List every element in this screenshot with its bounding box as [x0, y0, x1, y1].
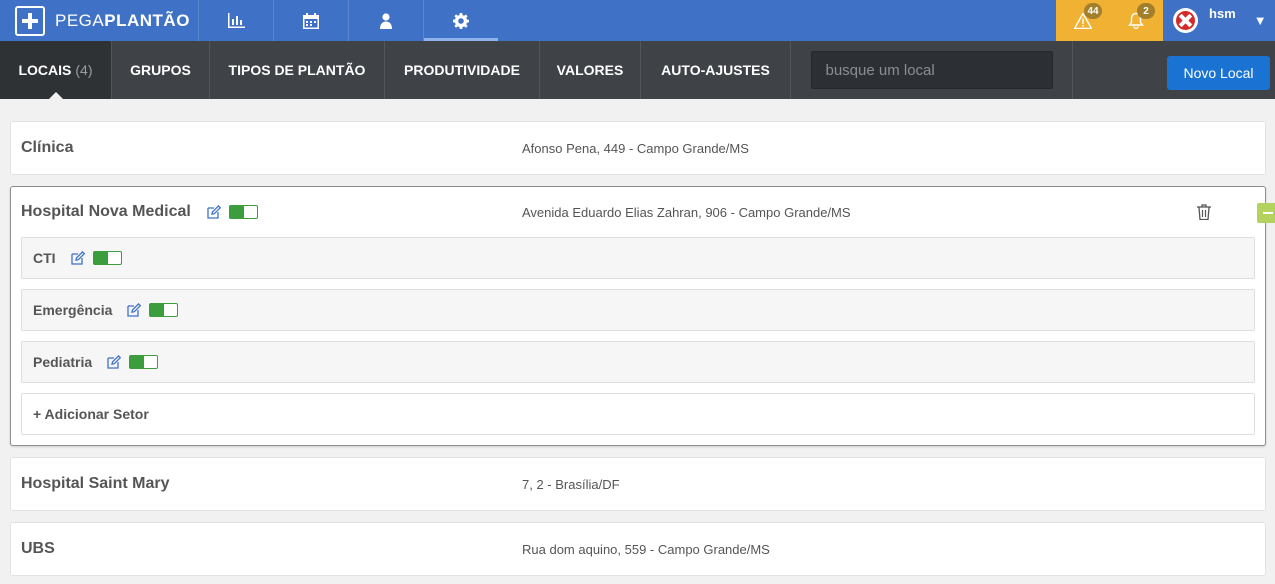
- active-toggle[interactable]: [229, 204, 259, 219]
- bell-count-badge: 2: [1137, 3, 1155, 19]
- tab-grupos[interactable]: GRUPOS: [112, 41, 210, 99]
- location-address: Rua dom aquino, 559 - Campo Grande/MS: [522, 541, 770, 557]
- location-address: Avenida Eduardo Elias Zahran, 906 - Camp…: [522, 204, 851, 220]
- nav-calendar[interactable]: [273, 0, 348, 41]
- notifications-area: 44 2: [1056, 0, 1163, 41]
- search-container: [791, 41, 1073, 99]
- brand-logo-icon: [15, 5, 45, 36]
- avatar: [1173, 8, 1198, 33]
- sector-name: Pediatria: [33, 354, 93, 370]
- edit-icon[interactable]: [70, 251, 85, 265]
- trash-icon[interactable]: [1197, 204, 1211, 220]
- nav-settings[interactable]: [423, 0, 498, 41]
- user-name: hsm: [1209, 6, 1236, 21]
- tab-auto-ajustes[interactable]: AUTO-AJUSTES: [641, 41, 791, 99]
- top-bar: PEGAPLANTÃO 44 2 hsm ▼: [0, 0, 1275, 41]
- location-name: Clínica: [21, 139, 74, 156]
- location-card[interactable]: Clínica Afonso Pena, 449 - Campo Grande/…: [10, 121, 1266, 175]
- sector-name: Emergência: [33, 302, 113, 318]
- location-card[interactable]: UBS Rua dom aquino, 559 - Campo Grande/M…: [10, 522, 1266, 576]
- edit-icon[interactable]: [127, 303, 142, 317]
- locations-list: Clínica Afonso Pena, 449 - Campo Grande/…: [10, 121, 1275, 576]
- active-toggle[interactable]: [92, 251, 122, 265]
- tab-locais[interactable]: LOCAIS (4): [0, 41, 112, 99]
- top-nav: [198, 0, 498, 41]
- search-input[interactable]: [810, 51, 1053, 89]
- brand[interactable]: PEGAPLANTÃO: [0, 0, 198, 41]
- edit-icon[interactable]: [207, 204, 222, 219]
- medical-cross-icon: [1173, 8, 1198, 33]
- collapse-button[interactable]: [1257, 203, 1275, 223]
- alerts-count-badge: 44: [1084, 3, 1102, 19]
- sector-name: CTI: [33, 250, 56, 266]
- user-icon: [380, 12, 392, 29]
- location-address: Afonso Pena, 449 - Campo Grande/MS: [522, 140, 749, 156]
- tab-tipos-de-plantao[interactable]: TIPOS DE PLANTÃO: [210, 41, 385, 99]
- sector-row[interactable]: Pediatria: [21, 341, 1255, 383]
- user-menu[interactable]: hsm ▼: [1163, 0, 1275, 41]
- gear-icon: [453, 12, 469, 29]
- edit-icon[interactable]: [107, 355, 122, 369]
- active-toggle[interactable]: [149, 303, 179, 317]
- location-name: Hospital Nova Medical: [21, 203, 191, 220]
- sub-nav: LOCAIS (4) GRUPOS TIPOS DE PLANTÃO PRODUT…: [0, 41, 1275, 99]
- location-name-row: Hospital Nova Medical: [21, 203, 259, 221]
- chevron-down-icon[interactable]: ▼: [1254, 13, 1267, 28]
- calendar-icon: [303, 12, 319, 29]
- location-address: 7, 2 - Brasília/DF: [522, 476, 620, 492]
- tab-produtividade[interactable]: PRODUTIVIDADE: [385, 41, 540, 99]
- new-location-button[interactable]: Novo Local: [1167, 56, 1270, 90]
- add-sector-button[interactable]: + Adicionar Setor: [21, 393, 1255, 435]
- brand-name: PEGAPLANTÃO: [55, 10, 190, 30]
- active-toggle[interactable]: [129, 355, 159, 369]
- tab-count: (4): [75, 62, 93, 78]
- tab-valores[interactable]: VALORES: [540, 41, 641, 99]
- bell-button[interactable]: 2: [1109, 0, 1162, 41]
- sector-row[interactable]: CTI: [21, 237, 1255, 279]
- nav-reports[interactable]: [198, 0, 273, 41]
- location-name: Hospital Saint Mary: [21, 475, 170, 492]
- location-card-expanded: Hospital Nova Medical Avenida Eduardo El…: [10, 186, 1275, 446]
- location-name: UBS: [21, 540, 55, 557]
- bar-chart-icon: [227, 13, 245, 28]
- alerts-button[interactable]: 44: [1056, 0, 1109, 41]
- sector-row[interactable]: Emergência: [21, 289, 1255, 331]
- location-card[interactable]: Hospital Saint Mary 7, 2 - Brasília/DF: [10, 457, 1266, 511]
- nav-users[interactable]: [348, 0, 423, 41]
